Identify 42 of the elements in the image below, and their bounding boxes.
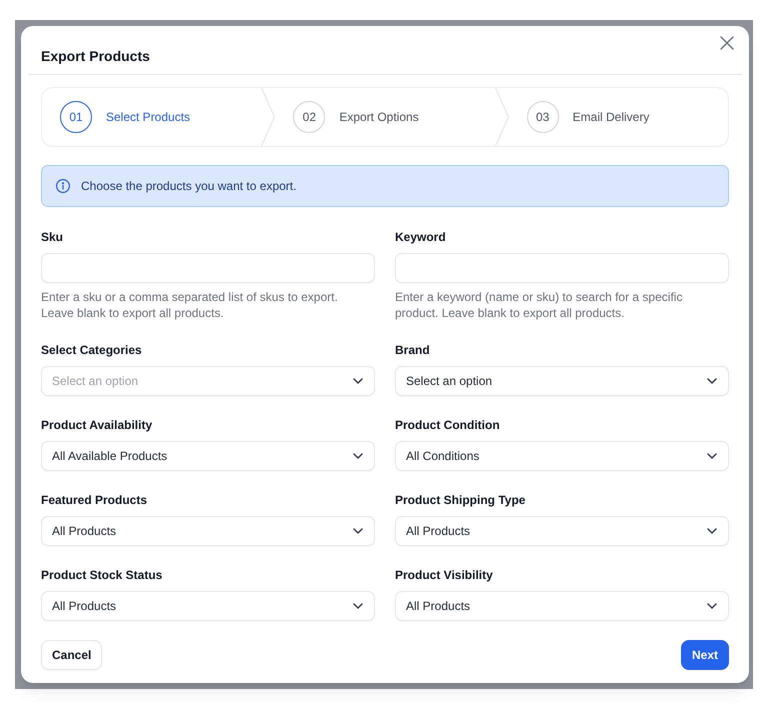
field-label: Keyword [395, 229, 446, 245]
chevron-down-icon [707, 378, 717, 384]
select-dropdown[interactable]: All Products [41, 516, 375, 546]
close-icon [720, 36, 734, 50]
field-label: Product Stock Status [41, 567, 162, 583]
step-number: 01 [60, 101, 92, 133]
dialog-title: Export Products [41, 47, 150, 66]
step-label: Select Products [106, 109, 190, 125]
chevron-down-icon [353, 378, 363, 384]
select-dropdown[interactable]: All Products [395, 516, 729, 546]
chevron-down-icon [353, 528, 363, 534]
chevron-down-icon [353, 603, 363, 609]
select-dropdown[interactable]: All Products [395, 591, 729, 621]
field-label: Product Condition [395, 417, 500, 433]
alert-message: Choose the products you want to export. [81, 178, 296, 194]
step-label: Export Options [339, 109, 419, 125]
step-label: Email Delivery [572, 109, 650, 125]
field-label: Brand [395, 342, 430, 358]
field-label: Product Shipping Type [395, 492, 526, 508]
close-button[interactable] [720, 36, 734, 50]
chevron-down-icon [707, 603, 717, 609]
chevron-down-icon [353, 453, 363, 459]
chevron-down-icon [707, 453, 717, 459]
field-label: Sku [41, 229, 64, 245]
select-dropdown[interactable]: All Products [41, 591, 375, 621]
field-label: Featured Products [41, 492, 148, 508]
select-dropdown[interactable]: All Available Products [41, 441, 375, 471]
cancel-button[interactable]: Cancel [41, 640, 102, 670]
input-field[interactable] [41, 253, 375, 283]
field-label: Select Categories [41, 342, 142, 358]
info-icon [56, 179, 70, 193]
next-button[interactable]: Next [680, 640, 729, 670]
select-dropdown[interactable]: Select an option [395, 366, 729, 396]
field-label: Product Visibility [395, 567, 493, 583]
chevron-down-icon [707, 528, 717, 534]
step-number: 03 [526, 101, 559, 133]
select-dropdown[interactable]: All Conditions [395, 441, 729, 471]
input-field[interactable] [395, 253, 729, 283]
field-label: Product Availability [41, 417, 152, 433]
step-number: 02 [293, 101, 326, 133]
help-text: Enter a keyword (name or sku) to search for a specific product. Leave blank to export all products. [395, 289, 684, 321]
help-text: Enter a sku or a comma separated list of skus to export. Leave blank to export all products. [41, 289, 339, 321]
